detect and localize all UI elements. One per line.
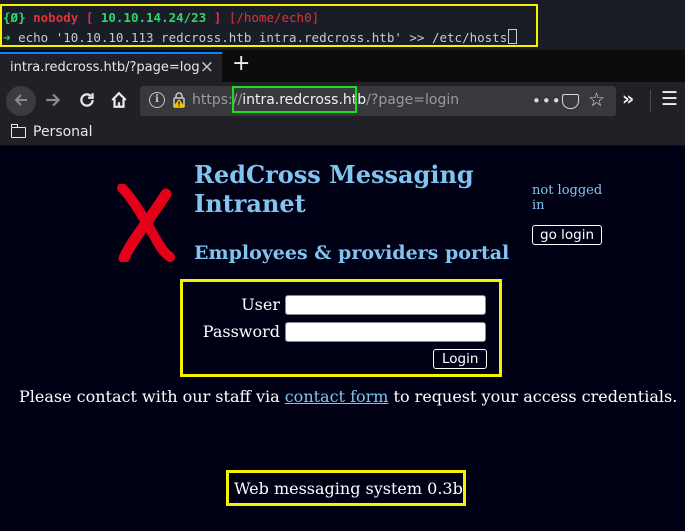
forward-button[interactable]	[44, 91, 62, 112]
toolbar-overflow-icon[interactable]: »	[622, 88, 634, 110]
contact-text-after: to request your access credentials.	[388, 387, 678, 406]
folder-icon[interactable]	[11, 124, 26, 138]
footer-version-text: Web messaging system 0.3b	[234, 479, 463, 498]
forward-arrow-icon	[46, 93, 61, 107]
page-title: RedCross Messaging Intranet	[194, 160, 474, 218]
browser-tab[interactable]: intra.redcross.htb/?page=login ×	[0, 52, 222, 82]
user-label: User	[241, 295, 280, 314]
go-login-button[interactable]: go login	[532, 225, 603, 245]
reload-button[interactable]	[78, 91, 96, 112]
toolbar-divider	[650, 90, 651, 112]
contact-message: Please contact with our staff via contac…	[19, 387, 677, 406]
url-bar[interactable]: i https://intra.redcross.htb/?page=login…	[140, 86, 616, 116]
user-input[interactable]	[285, 295, 486, 315]
highlight-box-terminal	[0, 4, 538, 47]
tab-bar: intra.redcross.htb/?page=login ×	[0, 50, 685, 82]
login-form: User Password Login	[180, 279, 502, 377]
password-label: Password	[202, 322, 280, 341]
hamburger-menu-icon[interactable]: ☰	[661, 88, 678, 110]
footer-version-box: Web messaging system 0.3b	[226, 470, 466, 506]
home-icon	[111, 91, 127, 108]
site-info-icon[interactable]: i	[149, 92, 165, 108]
contact-text-before: Please contact with our staff via	[19, 387, 285, 406]
page-actions-more-icon[interactable]: •••	[532, 92, 562, 110]
highlight-box-url	[232, 86, 357, 113]
redcross-logo-x	[117, 184, 175, 262]
home-button[interactable]	[110, 91, 128, 112]
terminal-window: {Ø} nobody [ 10.10.14.24/23 ] [/home/ech…	[0, 0, 685, 50]
insecure-lock-icon[interactable]	[172, 91, 186, 108]
back-arrow-icon	[14, 94, 27, 106]
reload-icon	[80, 93, 94, 107]
pocket-icon[interactable]	[562, 94, 579, 109]
back-button[interactable]	[6, 86, 36, 116]
login-button[interactable]: Login	[433, 349, 488, 369]
url-path: /?page=login	[366, 92, 460, 108]
new-tab-button[interactable]: +	[232, 52, 250, 76]
page-subtitle: Employees & providers portal	[194, 242, 510, 264]
tab-close-icon[interactable]: ×	[200, 57, 214, 77]
contact-form-link[interactable]: contact form	[285, 387, 389, 406]
password-input[interactable]	[285, 322, 486, 342]
page-content: RedCross Messaging Intranet Employees & …	[0, 146, 685, 531]
navigation-toolbar: i https://intra.redcross.htb/?page=login…	[0, 82, 685, 121]
tab-title: intra.redcross.htb/?page=login	[10, 60, 200, 75]
bookmark-star-icon[interactable]: ☆	[588, 89, 605, 111]
login-status-text: not logged in	[532, 183, 603, 213]
bookmark-folder-personal[interactable]: Personal	[33, 124, 93, 140]
bookmarks-toolbar: Personal	[0, 121, 685, 146]
